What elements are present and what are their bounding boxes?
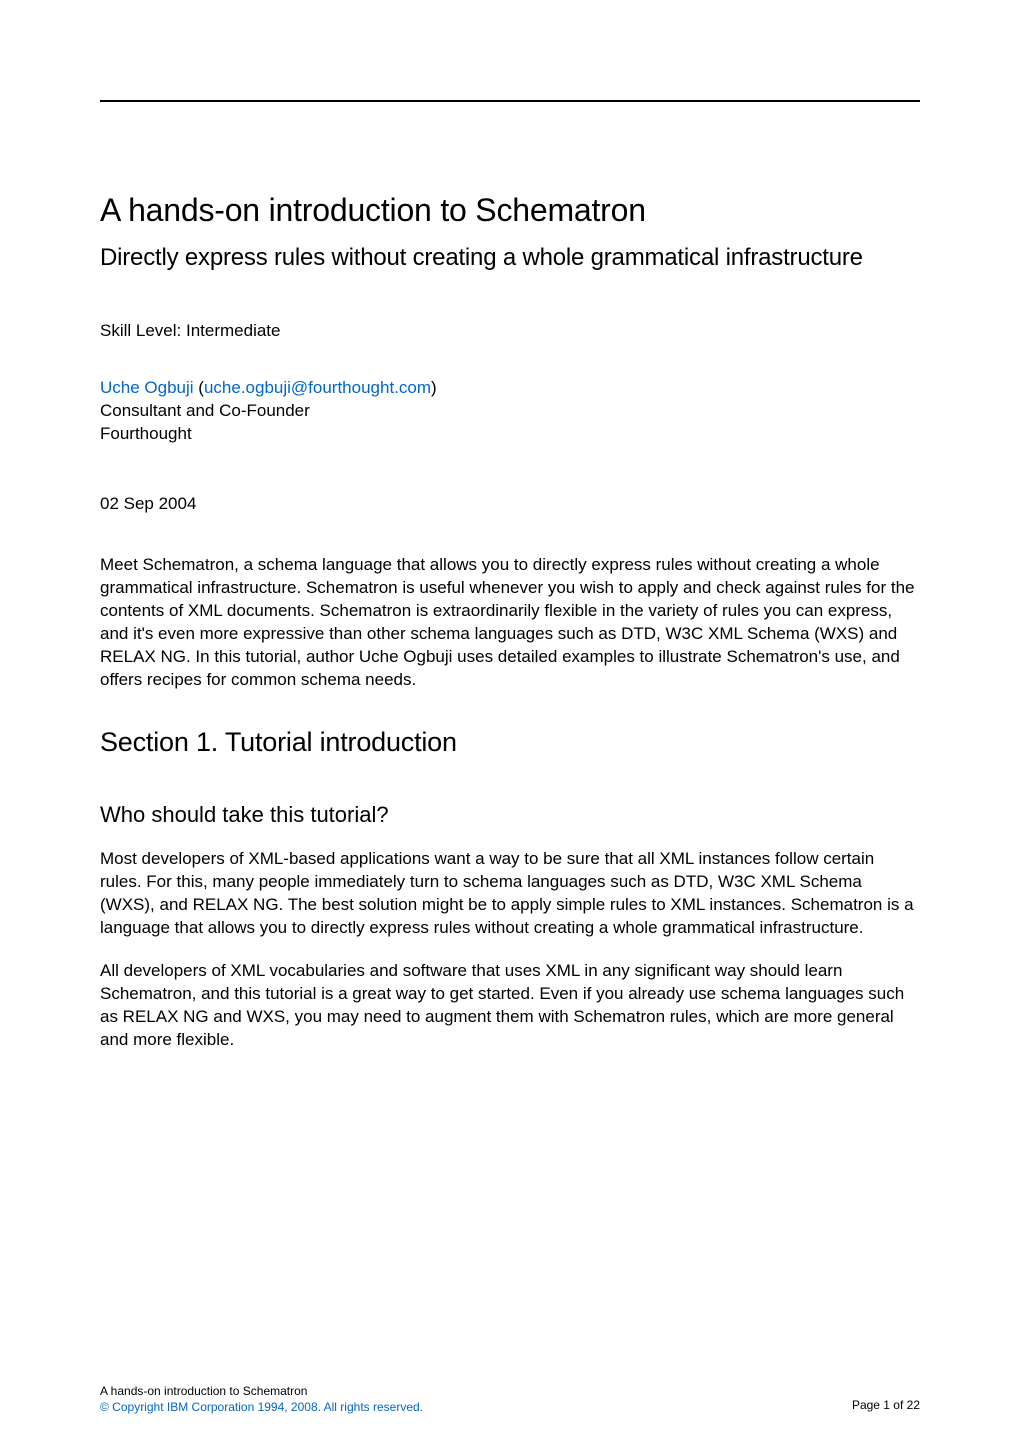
footer-doc-title: A hands-on introduction to Schematron [100, 1384, 307, 1398]
author-name-link[interactable]: Uche Ogbuji [100, 378, 194, 397]
footer-page-number: Page 1 of 22 [852, 1383, 920, 1413]
main-title: A hands-on introduction to Schematron [100, 192, 920, 229]
publish-date: 02 Sep 2004 [100, 494, 920, 514]
top-horizontal-rule [100, 100, 920, 102]
author-org: Fourthought [100, 424, 192, 443]
body-paragraph: Most developers of XML-based application… [100, 848, 920, 940]
abstract: Meet Schematron, a schema language that … [100, 554, 920, 692]
author-block: Uche Ogbuji (uche.ogbuji@fourthought.com… [100, 377, 920, 446]
subsection-title: Who should take this tutorial? [100, 802, 920, 828]
body-paragraph: All developers of XML vocabularies and s… [100, 960, 920, 1052]
author-email-link[interactable]: uche.ogbuji@fourthought.com [204, 378, 431, 397]
page-footer: A hands-on introduction to Schematron © … [100, 1383, 920, 1415]
subtitle: Directly express rules without creating … [100, 243, 920, 273]
author-role: Consultant and Co-Founder [100, 401, 310, 420]
skill-level: Skill Level: Intermediate [100, 321, 920, 341]
section-title: Section 1. Tutorial introduction [100, 727, 920, 758]
footer-copyright-link[interactable]: © Copyright IBM Corporation 1994, 2008. … [100, 1400, 423, 1414]
